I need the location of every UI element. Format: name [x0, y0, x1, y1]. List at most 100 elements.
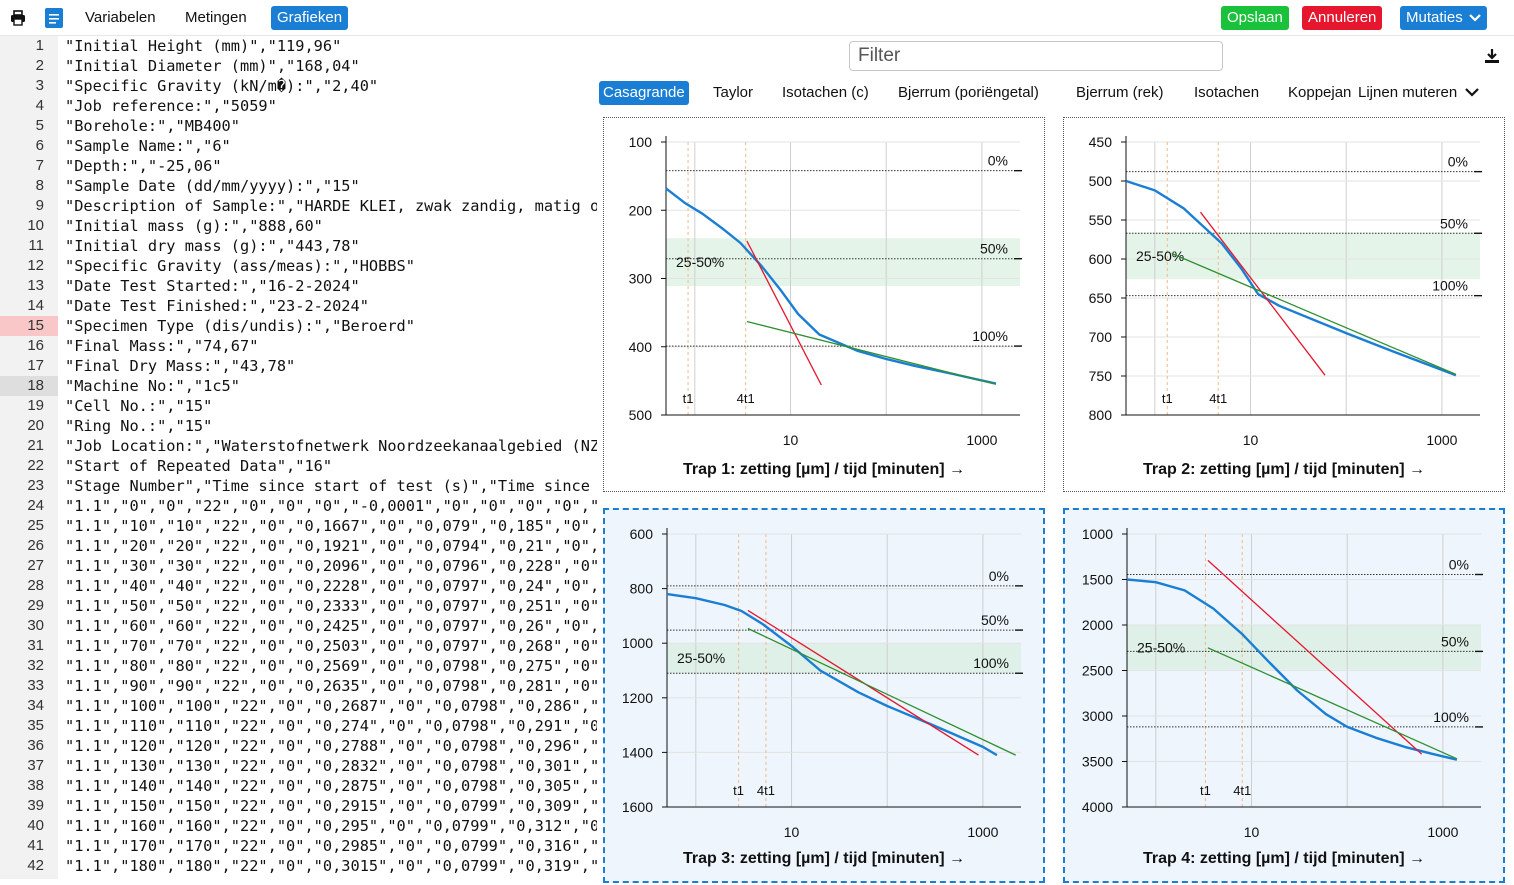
- line-number: 18: [0, 376, 58, 396]
- code-line[interactable]: 33 "1.1","90","90","22","0","0,2635","0",…: [0, 676, 597, 696]
- tab-isotachen-c[interactable]: Isotachen (c): [778, 81, 873, 105]
- code-line[interactable]: 10 "Initial mass (g):","888,60": [0, 216, 597, 236]
- code-line[interactable]: 40 "1.1","160","160","22","0","0,295","0"…: [0, 816, 597, 836]
- code-line[interactable]: 26 "1.1","20","20","22","0","0,1921","0",…: [0, 536, 597, 556]
- code-line[interactable]: 5 "Borehole:","MB400": [0, 116, 597, 136]
- code-line[interactable]: 22 "Start of Repeated Data","16": [0, 456, 597, 476]
- x-tick-label: 10: [784, 824, 800, 840]
- code-line[interactable]: 24 "1.1","0","0","22","0","0","0","-0,000…: [0, 496, 597, 516]
- code-line[interactable]: 30 "1.1","60","60","22","0","0,2425","0",…: [0, 616, 597, 636]
- download-icon[interactable]: [1480, 45, 1504, 67]
- line-text: "1.1","30","30","22","0","0,2096","0","0…: [65, 557, 597, 575]
- line-number: 38: [27, 777, 44, 794]
- code-line[interactable]: 9 "Description of Sample:","HARDE KLEI, z…: [0, 196, 597, 216]
- code-line[interactable]: 25 "1.1","10","10","22","0","0,1667","0",…: [0, 516, 597, 536]
- code-line[interactable]: 31 "1.1","70","70","22","0","0,2503","0",…: [0, 636, 597, 656]
- line-number: 39: [27, 797, 44, 814]
- code-line[interactable]: 13 "Date Test Started:","16-2-2024": [0, 276, 597, 296]
- line-text: "1.1","50","50","22","0","0,2333","0","0…: [65, 597, 597, 615]
- line-number: 21: [27, 437, 44, 454]
- code-line[interactable]: 23 "Stage Number","Time since start of te…: [0, 476, 597, 496]
- chart-trap-4[interactable]: t1 4t1 0% 50% 100% 25-50% 1000 1500 2000 2500 3000…: [1063, 508, 1505, 883]
- mutations-dropdown[interactable]: Mutaties: [1400, 6, 1487, 30]
- code-line[interactable]: 27 "1.1","30","30","22","0","0,2096","0",…: [0, 556, 597, 576]
- y-tick-label: 800: [630, 581, 654, 597]
- marker-label: 4t1: [737, 391, 755, 406]
- code-line[interactable]: 41 "1.1","170","170","22","0","0,2985","0…: [0, 836, 597, 856]
- line-number: 20: [27, 417, 44, 434]
- y-tick-label: 1000: [1082, 526, 1113, 542]
- y-tick-label: 500: [1089, 173, 1113, 189]
- y-tick-label: 450: [1089, 134, 1113, 150]
- code-line[interactable]: 18 "Machine No:","1c5": [0, 376, 597, 396]
- line-text: "1.1","160","160","22","0","0,295","0","…: [65, 817, 597, 835]
- tab-taylor[interactable]: Taylor: [709, 81, 757, 105]
- tab-isotachen[interactable]: Isotachen: [1190, 81, 1263, 105]
- code-line[interactable]: 35 "1.1","110","110","22","0","0,274","0"…: [0, 716, 597, 736]
- code-line[interactable]: 36 "1.1","120","120","22","0","0,2788","0…: [0, 736, 597, 756]
- code-line[interactable]: 3 "Specific Gravity (kN/m�):","2,40": [0, 76, 597, 96]
- menu-variabelen[interactable]: Variabelen: [79, 6, 162, 30]
- code-line[interactable]: 32 "1.1","80","80","22","0","0,2569","0",…: [0, 656, 597, 676]
- y-tick-label: 400: [629, 339, 653, 355]
- menu-metingen[interactable]: Metingen: [179, 6, 253, 30]
- code-line[interactable]: 4 "Job reference:","5059": [0, 96, 597, 116]
- chart-title: Trap 1: zetting [µm] / tijd [minuten] →: [682, 461, 966, 478]
- line-text: "1.1","0","0","22","0","0","0","-0,0001"…: [65, 497, 597, 515]
- level-label: 0%: [1448, 154, 1468, 170]
- filter-input[interactable]: [849, 41, 1223, 71]
- code-editor[interactable]: 1 "Initial Height (mm)","119,96" 2 "Initial…: [0, 36, 597, 879]
- line-text: "Job Location:","Waterstofnetwerk Noordz…: [65, 437, 597, 455]
- menu-grafieken[interactable]: Grafieken: [271, 6, 349, 30]
- line-number: 24: [27, 497, 44, 514]
- chart-trap-2[interactable]: t1 4t1 0% 50% 100% 25-50% 450 500 550 600 650 700 75…: [1063, 117, 1505, 492]
- line-text: "Machine No:","1c5": [65, 377, 240, 395]
- chart-title: Trap 3: zetting [µm] / tijd [minuten] →: [682, 850, 966, 867]
- band-label: 25-50%: [677, 650, 725, 666]
- code-line[interactable]: 14 "Date Test Finished:","23-2-2024": [0, 296, 597, 316]
- document-icon[interactable]: [42, 6, 66, 30]
- marker-label: 4t1: [1209, 391, 1227, 406]
- code-line[interactable]: 34 "1.1","100","100","22","0","0,2687","0…: [0, 696, 597, 716]
- toolbar: Variabelen Metingen Grafieken Opslaan An…: [0, 0, 1514, 36]
- code-line[interactable]: 28 "1.1","40","40","22","0","0,2228","0",…: [0, 576, 597, 596]
- code-line[interactable]: 37 "1.1","130","130","22","0","0,2832","0…: [0, 756, 597, 776]
- line-text: "Initial dry mass (g):","443,78": [65, 237, 360, 255]
- line-text: "Description of Sample:","HARDE KLEI, zw…: [65, 197, 597, 215]
- chevron-down-icon: [1468, 14, 1481, 22]
- code-line[interactable]: 29 "1.1","50","50","22","0","0,2333","0",…: [0, 596, 597, 616]
- code-line[interactable]: 6 "Sample Name:","6": [0, 136, 597, 156]
- chart-trap-3[interactable]: t1 4t1 0% 50% 100% 25-50% 600 800 1000 1200 1400 16…: [603, 508, 1045, 883]
- tab-bjerrum-poriengetal[interactable]: Bjerrum (poriëngetal): [894, 81, 1043, 105]
- save-button[interactable]: Opslaan: [1221, 6, 1289, 30]
- code-line[interactable]: 12 "Specific Gravity (ass/meas):","HOBBS": [0, 256, 597, 276]
- code-line[interactable]: 42 "1.1","180","180","22","0","0,3015","0…: [0, 856, 597, 876]
- tab-koppejan[interactable]: Koppejan: [1284, 81, 1355, 105]
- tab-bjerrum-rek[interactable]: Bjerrum (rek): [1072, 81, 1168, 105]
- chart-trap-1[interactable]: t1 4t1 0% 50% 100% 25-50% 100 200 300 400 500 10 100…: [603, 117, 1045, 492]
- code-line[interactable]: 15 "Specimen Type (dis/undis):","Beroerd": [0, 316, 597, 336]
- mutate-lines-dropdown[interactable]: Lijnen muteren: [1352, 81, 1486, 105]
- line-text: "1.1","70","70","22","0","0,2503","0","0…: [65, 637, 597, 655]
- line-text: "Initial Height (mm)","119,96": [65, 37, 342, 55]
- level-label: 0%: [1449, 556, 1469, 572]
- code-line[interactable]: 38 "1.1","140","140","22","0","0,2875","0…: [0, 776, 597, 796]
- code-line[interactable]: 11 "Initial dry mass (g):","443,78": [0, 236, 597, 256]
- line-number: 12: [27, 257, 44, 274]
- code-line[interactable]: 39 "1.1","150","150","22","0","0,2915","0…: [0, 796, 597, 816]
- printer-icon[interactable]: [6, 6, 30, 30]
- code-line[interactable]: 21 "Job Location:","Waterstofnetwerk Noor…: [0, 436, 597, 456]
- code-line[interactable]: 20 "Ring No.:","15": [0, 416, 597, 436]
- line-text: "1.1","170","170","22","0","0,2985","0",…: [65, 837, 597, 855]
- tab-casagrande[interactable]: Casagrande: [599, 81, 689, 105]
- code-line[interactable]: 17 "Final Dry Mass:","43,78": [0, 356, 597, 376]
- code-line[interactable]: 2 "Initial Diameter (mm)","168,04": [0, 56, 597, 76]
- cancel-button[interactable]: Annuleren: [1302, 6, 1383, 30]
- code-line[interactable]: 16 "Final Mass:","74,67": [0, 336, 597, 356]
- code-line[interactable]: 8 "Sample Date (dd/mm/yyyy):","15": [0, 176, 597, 196]
- line-text: "1.1","80","80","22","0","0,2569","0","0…: [65, 657, 597, 675]
- code-line[interactable]: 1 "Initial Height (mm)","119,96": [0, 36, 597, 56]
- code-line[interactable]: 19 "Cell No.:","15": [0, 396, 597, 416]
- y-tick-label: 4000: [1082, 799, 1113, 815]
- code-line[interactable]: 7 "Depth:","-25,06": [0, 156, 597, 176]
